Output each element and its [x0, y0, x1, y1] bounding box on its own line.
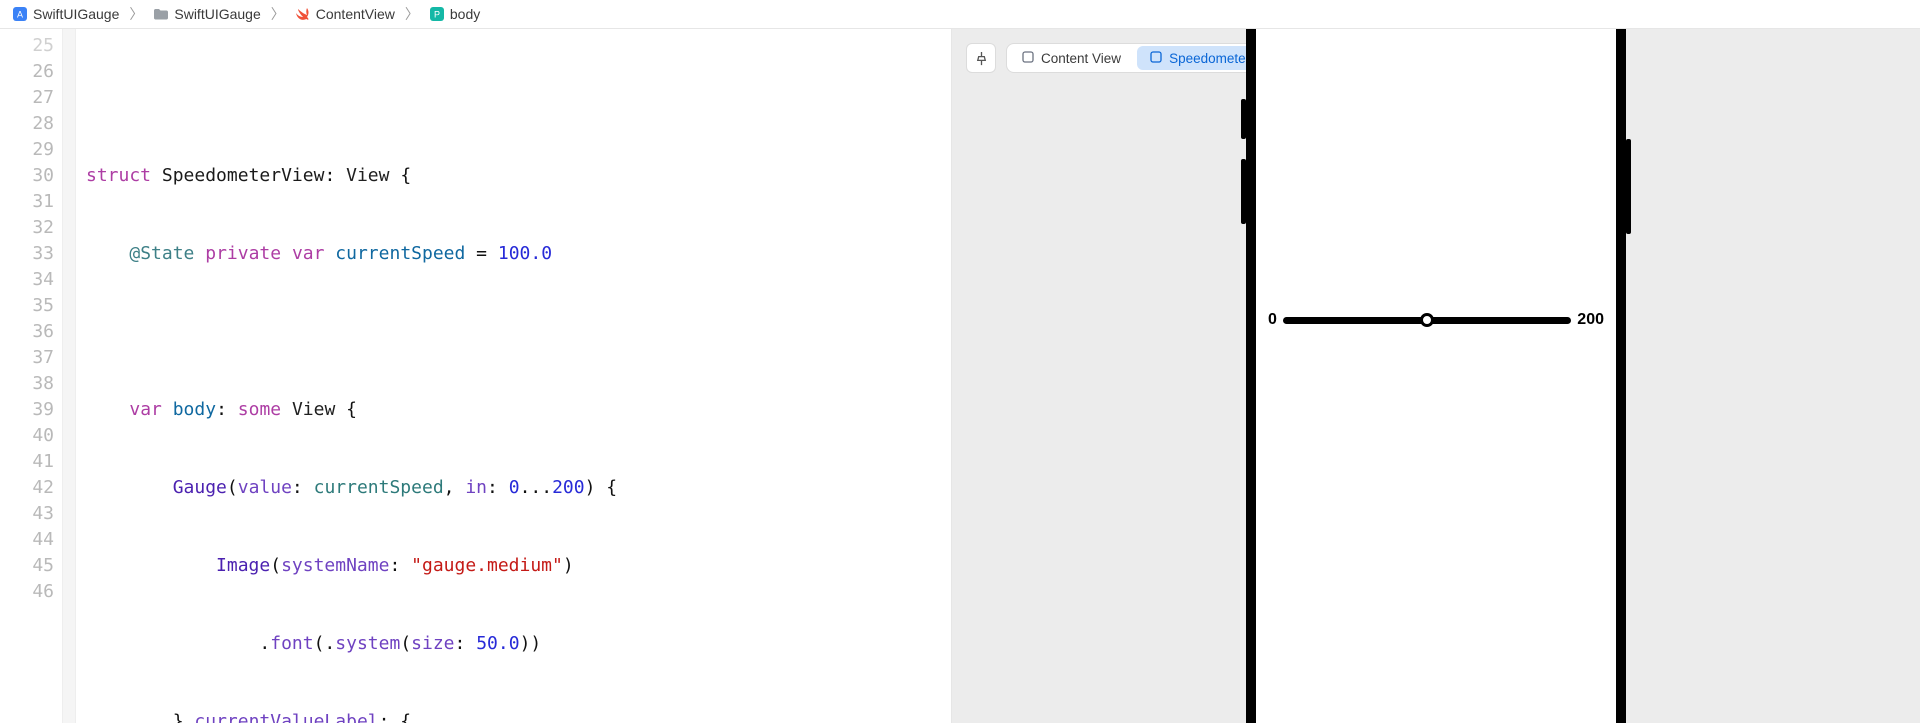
- tab-content-view[interactable]: Content View: [1009, 46, 1133, 70]
- svg-text:A: A: [17, 10, 23, 20]
- device-side-button: [1626, 139, 1631, 234]
- canvas-toolbar: Content View Speedometer: [966, 43, 1265, 73]
- breadcrumb-project[interactable]: A SwiftUIGauge: [8, 4, 123, 24]
- struct-icon: [1149, 50, 1163, 67]
- preview-selector: Content View Speedometer: [1006, 43, 1265, 73]
- folder-icon: [153, 6, 169, 22]
- code-area[interactable]: struct SpeedometerView: View { @State pr…: [76, 29, 951, 723]
- device-side-button: [1241, 99, 1246, 139]
- breadcrumb-label: body: [450, 6, 480, 22]
- gauge-max-label: 200: [1577, 311, 1604, 329]
- tab-speedometer[interactable]: Speedometer: [1137, 46, 1262, 70]
- gauge-indicator: [1420, 313, 1434, 327]
- chevron-right-icon: 〉: [403, 4, 421, 24]
- breadcrumb-label: SwiftUIGauge: [174, 6, 260, 22]
- svg-text:P: P: [434, 10, 440, 20]
- line-number-gutter: 2526272829303132333435363738394041424344…: [0, 29, 62, 723]
- gauge-min-label: 0: [1268, 311, 1277, 329]
- gauge: 0 200: [1268, 311, 1604, 329]
- code-editor[interactable]: 2526272829303132333435363738394041424344…: [0, 29, 952, 723]
- tab-label: Content View: [1041, 51, 1121, 66]
- gauge-track: [1283, 317, 1571, 324]
- chevron-right-icon: 〉: [127, 4, 145, 24]
- breadcrumb-file[interactable]: ContentView: [291, 4, 399, 24]
- pin-button[interactable]: [966, 43, 996, 73]
- chevron-right-icon: 〉: [269, 4, 287, 24]
- struct-icon: [1021, 50, 1035, 67]
- breadcrumb-label: SwiftUIGauge: [33, 6, 119, 22]
- breadcrumb-symbol[interactable]: P body: [425, 4, 484, 24]
- swift-icon: [295, 6, 311, 22]
- fold-ribbon[interactable]: [62, 29, 76, 723]
- breadcrumb-bar: A SwiftUIGauge 〉 SwiftUIGauge 〉 ContentV…: [0, 0, 1920, 29]
- property-icon: P: [429, 6, 445, 22]
- device-side-button: [1241, 159, 1246, 224]
- app-icon: A: [12, 6, 28, 22]
- breadcrumb-label: ContentView: [316, 6, 395, 22]
- tab-label: Speedometer: [1169, 51, 1250, 66]
- device-frame: 0 200: [1246, 29, 1626, 723]
- preview-canvas[interactable]: Content View Speedometer 0: [952, 29, 1920, 723]
- breadcrumb-group[interactable]: SwiftUIGauge: [149, 4, 264, 24]
